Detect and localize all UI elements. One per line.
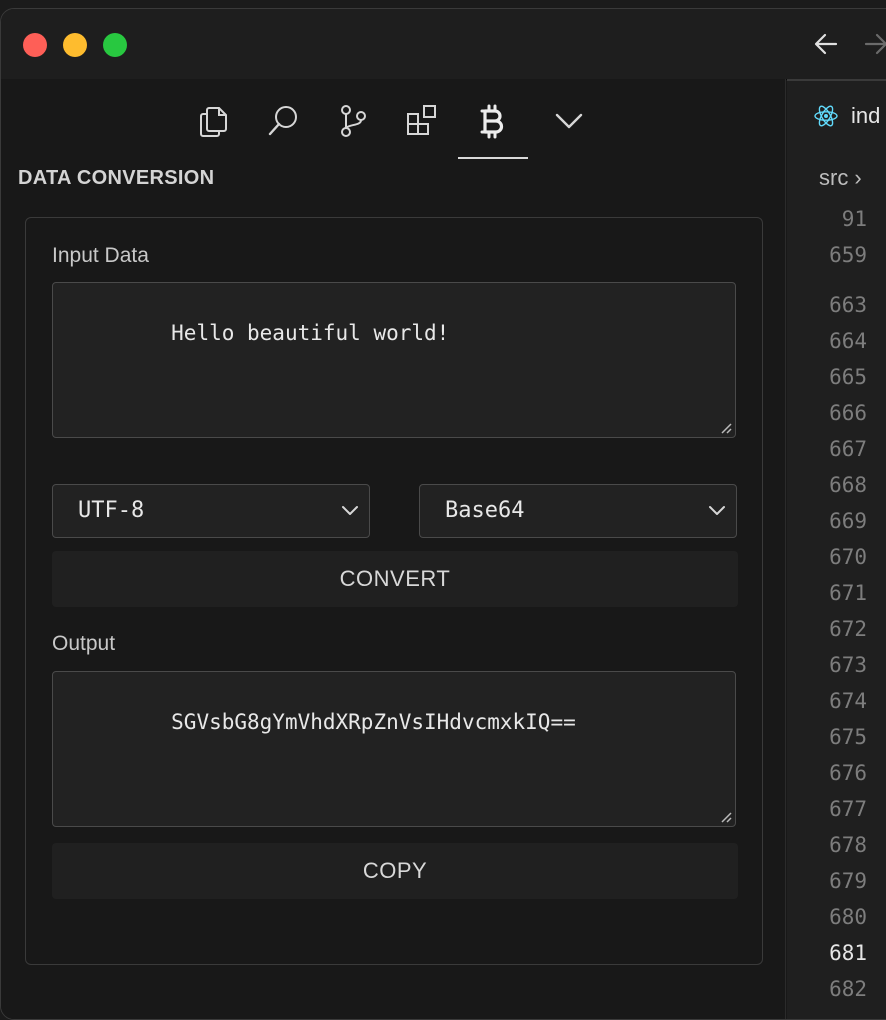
sidebar: DATA CONVERSION Input Data Hello beautif… [1, 79, 786, 1019]
from-encoding-select[interactable]: UTF-8 [52, 484, 370, 538]
forward-arrow-icon[interactable] [861, 29, 886, 59]
line-number: 673 [829, 653, 867, 677]
search-icon[interactable] [253, 93, 313, 149]
conversion-panel: Input Data Hello beautiful world! UTF-8 … [25, 217, 763, 965]
line-number: 665 [829, 365, 867, 389]
line-number: 682 [829, 977, 867, 1001]
back-arrow-icon[interactable] [811, 29, 841, 59]
input-value: Hello beautiful world! [171, 321, 450, 345]
sticky-line-number: 659 [829, 243, 867, 267]
to-encoding-select[interactable]: Base64 [419, 484, 737, 538]
line-number: 663 [829, 293, 867, 317]
chevron-down-icon[interactable] [539, 93, 599, 149]
line-number: 681 [829, 941, 867, 965]
line-number: 678 [829, 833, 867, 857]
editor-tab[interactable]: ind [787, 79, 886, 151]
to-encoding-value: Base64 [445, 498, 525, 523]
copy-icon[interactable] [183, 93, 243, 149]
output-label: Output [52, 632, 116, 655]
output-textarea[interactable]: SGVsbG8gYmVhdXRpZnVsIHdvcmxkIQ== [52, 671, 736, 827]
zoom-window-button[interactable] [103, 33, 127, 57]
output-value: SGVsbG8gYmVhdXRpZnVsIHdvcmxkIQ== [171, 710, 576, 734]
resize-grip-icon[interactable] [718, 420, 732, 434]
line-numbers: 663 664 665 666 667 668 669 670 671 672 673 674 675 6… [787, 287, 867, 1007]
line-number: 668 [829, 473, 867, 497]
line-number: 671 [829, 581, 867, 605]
tab-label: ind [851, 103, 881, 128]
line-number: 664 [829, 329, 867, 353]
minimize-window-button[interactable] [63, 33, 87, 57]
title-bar [1, 9, 886, 80]
sticky-line-number: 91 [841, 207, 867, 231]
app-window: DATA CONVERSION Input Data Hello beautif… [0, 8, 886, 1020]
line-number: 670 [829, 545, 867, 569]
chevron-down-icon [342, 506, 358, 515]
line-number: 680 [829, 905, 867, 929]
chevron-right-icon: › [854, 165, 862, 190]
copy-button[interactable]: COPY [52, 843, 738, 899]
line-number: 669 [829, 509, 867, 533]
line-number: 677 [829, 797, 867, 821]
breadcrumb[interactable]: src › [819, 165, 862, 191]
convert-button[interactable]: CONVERT [52, 551, 738, 607]
section-title: DATA CONVERSION [18, 167, 215, 189]
input-textarea[interactable]: Hello beautiful world! [52, 282, 736, 438]
extensions-icon[interactable] [393, 93, 453, 149]
bitcoin-icon[interactable] [458, 93, 528, 159]
line-number: 666 [829, 401, 867, 425]
source-control-icon[interactable] [323, 93, 383, 149]
react-icon [814, 105, 838, 127]
line-number: 675 [829, 725, 867, 749]
line-number: 667 [829, 437, 867, 461]
line-number: 674 [829, 689, 867, 713]
editor-area: ind src › 91 659 663 664 665 666 667 668 669 670… [787, 79, 886, 1019]
line-number: 679 [829, 869, 867, 893]
resize-grip-icon[interactable] [718, 809, 732, 823]
close-window-button[interactable] [23, 33, 47, 57]
breadcrumb-folder[interactable]: src [819, 165, 848, 190]
line-number: 672 [829, 617, 867, 641]
input-label: Input Data [52, 244, 149, 267]
line-number: 676 [829, 761, 867, 785]
chevron-down-icon [709, 506, 725, 515]
from-encoding-value: UTF-8 [78, 498, 145, 523]
